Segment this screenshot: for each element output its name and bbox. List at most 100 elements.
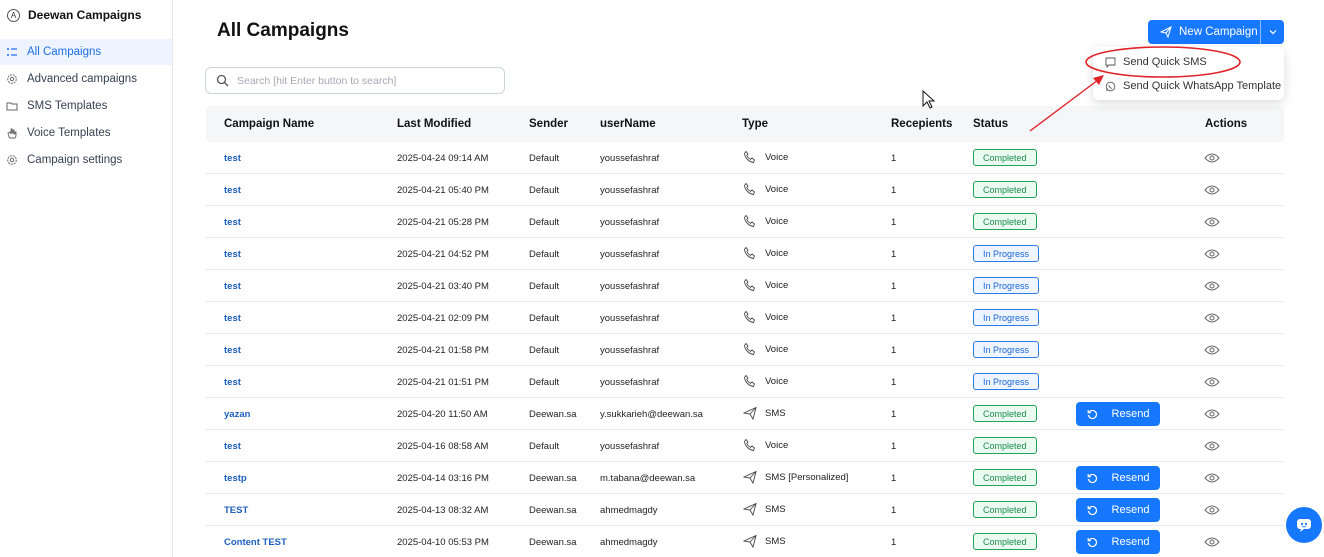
search-box <box>205 67 505 94</box>
menu-item-send-quick-whatsapp[interactable]: Send Quick WhatsApp Template <box>1105 80 1281 92</box>
table-row: test 2025-04-21 04:52 PM Default youssefash… <box>206 238 1284 270</box>
chat-bot-icon <box>1297 519 1311 532</box>
sidebar-item-sms-templates[interactable]: SMS Templates <box>0 93 172 119</box>
view-eye-icon[interactable] <box>1204 312 1220 324</box>
view-eye-icon[interactable] <box>1204 472 1220 484</box>
view-eye-icon[interactable] <box>1204 440 1220 452</box>
type-label: Voice <box>765 311 789 323</box>
status-badge: In Progress <box>973 373 1040 390</box>
status-badge: Completed <box>973 533 1037 550</box>
sender-cell: Deewan.sa <box>529 409 577 420</box>
status-badge: In Progress <box>973 341 1040 358</box>
sidebar-item-voice-templates[interactable]: Voice Templates <box>0 120 172 146</box>
menu-item-label: Send Quick SMS <box>1123 56 1207 68</box>
resend-button[interactable]: Resend <box>1076 466 1160 490</box>
status-badge: Completed <box>973 437 1037 454</box>
new-campaign-main[interactable]: New Campaign <box>1148 20 1260 44</box>
column-header-username: userName <box>600 118 656 130</box>
sidebar-item-campaign-settings[interactable]: Campaign settings <box>0 147 172 173</box>
sender-cell: Default <box>529 217 560 228</box>
resend-button[interactable]: Resend <box>1076 402 1160 426</box>
last-modified-cell: 2025-04-21 01:51 PM <box>397 377 489 388</box>
sidebar-item-label: All Campaigns <box>27 46 102 58</box>
view-eye-icon[interactable] <box>1204 152 1220 164</box>
sidebar-item-label: Campaign settings <box>27 154 123 166</box>
gear-icon <box>6 73 18 85</box>
deewan-logo-icon: A <box>7 8 20 22</box>
recipients-cell: 1 <box>891 153 897 164</box>
view-eye-icon[interactable] <box>1204 184 1220 196</box>
status-badge: Completed <box>973 149 1037 166</box>
column-header-campaign-name: Campaign Name <box>224 118 315 130</box>
status-badge: Completed <box>973 405 1037 422</box>
resend-label: Resend <box>1111 504 1150 516</box>
new-campaign-dropdown-toggle[interactable] <box>1261 27 1284 37</box>
gear-icon <box>6 154 18 166</box>
sidebar-item-advanced-campaigns[interactable]: Advanced campaigns <box>0 66 172 92</box>
campaign-name-link[interactable]: test <box>224 185 241 196</box>
campaign-name-link[interactable]: test <box>224 249 241 260</box>
campaign-name-link[interactable]: yazan <box>224 409 250 420</box>
last-modified-cell: 2025-04-21 05:28 PM <box>397 217 489 228</box>
view-eye-icon[interactable] <box>1204 248 1220 260</box>
search-icon <box>216 74 229 87</box>
campaign-name-link[interactable]: test <box>224 313 241 324</box>
status-badge: In Progress <box>973 245 1040 262</box>
new-campaign-button[interactable]: New Campaign <box>1148 20 1284 44</box>
resend-button[interactable]: Resend <box>1076 530 1160 554</box>
last-modified-cell: 2025-04-14 03:16 PM <box>397 473 489 484</box>
recipients-cell: 1 <box>891 441 897 452</box>
reload-icon <box>1087 473 1097 483</box>
last-modified-cell: 2025-04-13 08:32 AM <box>397 505 489 516</box>
view-eye-icon[interactable] <box>1204 344 1220 356</box>
campaign-name-link[interactable]: test <box>224 345 241 356</box>
column-header-last-modified: Last Modified <box>397 118 472 130</box>
type-label: Voice <box>765 215 789 227</box>
reload-icon <box>1087 505 1097 515</box>
type-label: Voice <box>765 375 789 387</box>
campaign-name-link[interactable]: test <box>224 281 241 292</box>
type-label: Voice <box>765 279 789 291</box>
new-campaign-menu: Send Quick SMS Send Quick WhatsApp Templ… <box>1093 47 1284 100</box>
sender-cell: Default <box>529 441 560 452</box>
last-modified-cell: 2025-04-21 03:40 PM <box>397 281 489 292</box>
sender-cell: Deewan.sa <box>529 473 577 484</box>
recipients-cell: 1 <box>891 185 897 196</box>
recipients-cell: 1 <box>891 505 897 516</box>
resend-button[interactable]: Resend <box>1076 498 1160 522</box>
table-row: TEST 2025-04-13 08:32 AM Deewan.sa ahmedmag… <box>206 494 1284 526</box>
column-header-actions: Actions <box>1205 118 1248 130</box>
campaign-name-link[interactable]: testp <box>224 473 247 484</box>
view-eye-icon[interactable] <box>1204 504 1220 516</box>
sidebar-item-all-campaigns[interactable]: All Campaigns <box>0 39 172 65</box>
menu-item-send-quick-sms[interactable]: Send Quick SMS <box>1105 56 1207 68</box>
campaign-name-link[interactable]: test <box>224 441 241 452</box>
campaign-name-link[interactable]: TEST <box>224 505 248 516</box>
type-cell: Voice <box>743 438 788 452</box>
last-modified-cell: 2025-04-21 01:58 PM <box>397 345 489 356</box>
view-eye-icon[interactable] <box>1204 536 1220 548</box>
new-campaign-label: New Campaign <box>1179 26 1258 38</box>
type-cell: Voice <box>743 182 788 196</box>
campaign-name-link[interactable]: Content TEST <box>224 537 287 548</box>
last-modified-cell: 2025-04-21 05:40 PM <box>397 185 489 196</box>
view-eye-icon[interactable] <box>1204 216 1220 228</box>
view-eye-icon[interactable] <box>1204 280 1220 292</box>
campaign-name-link[interactable]: test <box>224 377 241 388</box>
chevron-down-icon <box>1269 30 1276 35</box>
table-row: test 2025-04-24 09:14 AM Default youssefash… <box>206 142 1284 174</box>
campaign-name-link[interactable]: test <box>224 153 241 164</box>
type-cell: Voice <box>743 214 788 228</box>
view-eye-icon[interactable] <box>1204 408 1220 420</box>
brand: A Deewan Campaigns <box>0 0 172 30</box>
chat-widget-button[interactable] <box>1286 507 1322 543</box>
last-modified-cell: 2025-04-21 02:09 PM <box>397 313 489 324</box>
search-input[interactable] <box>237 74 487 87</box>
campaign-name-link[interactable]: test <box>224 217 241 228</box>
sender-cell: Default <box>529 281 560 292</box>
view-eye-icon[interactable] <box>1204 376 1220 388</box>
folder-icon <box>6 100 18 112</box>
whatsapp-icon <box>1105 81 1116 91</box>
send-icon <box>743 534 757 548</box>
last-modified-cell: 2025-04-24 09:14 AM <box>397 153 489 164</box>
